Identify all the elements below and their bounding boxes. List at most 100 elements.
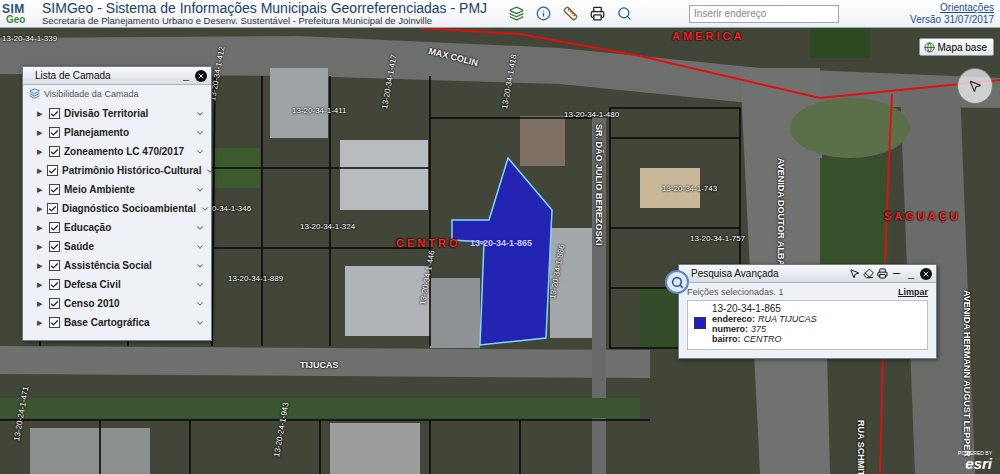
layer-item[interactable]: ▸Meio Ambiente (37, 180, 205, 199)
print-button[interactable] (588, 5, 606, 23)
search-panel-header[interactable]: Pesquisa Avançada_ (679, 265, 936, 283)
layer-item[interactable]: ▸Saúde (37, 237, 205, 256)
result-field: numero:375 (712, 325, 817, 335)
close-button[interactable] (920, 268, 932, 280)
expander[interactable]: ▸ (37, 278, 45, 291)
layer-item[interactable]: ▸Defesa Civil (37, 275, 205, 294)
layer-checkbox[interactable] (49, 146, 60, 157)
measure-button[interactable] (561, 5, 579, 23)
layers-panel-title: Lista de Camada (35, 70, 177, 81)
layer-options[interactable] (200, 203, 210, 214)
layer-item[interactable]: ▸Patrimônio Histórico-Cultural (37, 161, 205, 180)
magnifier-icon[interactable] (665, 270, 689, 294)
layer-item[interactable]: ▸ Zoneamento LC 470/2017 (37, 142, 205, 161)
layers-panel-header[interactable]: Lista de Camada _ (23, 67, 211, 85)
layers-icon (29, 88, 40, 99)
district-label: AMERICA (672, 30, 744, 42)
help-link[interactable]: Orientações (940, 2, 994, 14)
base-map-button[interactable]: Mapa base (919, 38, 994, 56)
search-panel[interactable]: Pesquisa Avançada_Feições selecionadas. … (678, 264, 937, 359)
layer-options[interactable] (194, 241, 205, 252)
result-item[interactable]: 13-20-34-1-865endereco:RUA TIJUCASnumero… (687, 300, 928, 350)
expander[interactable]: ▸ (37, 259, 45, 272)
layer-checkbox[interactable] (47, 203, 58, 214)
expander[interactable]: ▸ (37, 221, 45, 234)
printer-icon[interactable] (877, 268, 888, 279)
layer-checkbox[interactable] (49, 241, 60, 252)
result-fields: endereco:RUA TIJUCASnumero:375bairro:CEN… (712, 315, 817, 345)
visibility-label: Visibilidade da Camada (23, 85, 211, 102)
layer-item[interactable]: ▸Censo 2010 (37, 294, 205, 313)
layer-checkbox[interactable] (49, 184, 60, 195)
result-field: endereco:RUA TIJUCAS (712, 315, 817, 325)
layer-checkbox[interactable] (49, 127, 60, 138)
layer-options[interactable] (194, 108, 205, 119)
layer-label: Planejamento (64, 127, 190, 138)
layer-item[interactable]: ▸ Planejamento (37, 123, 205, 142)
layer-checkbox[interactable] (49, 317, 60, 328)
layer-options[interactable] (194, 127, 205, 138)
close-button[interactable] (195, 70, 207, 82)
field-key: endereco: (712, 314, 755, 324)
check-icon (50, 185, 59, 195)
layer-options[interactable] (194, 146, 205, 157)
info-button[interactable] (534, 5, 552, 23)
clear-link[interactable]: Limpar (898, 287, 928, 297)
header: SIMGeoSIMGeo - Sistema de Informações Mu… (0, 0, 1000, 28)
layers-button[interactable] (507, 5, 525, 23)
expander[interactable]: ▸ (37, 107, 45, 120)
layer-checkbox[interactable] (49, 222, 60, 233)
layer-options[interactable] (194, 279, 205, 290)
district-label: CENTRO (396, 237, 460, 249)
expander[interactable]: ▸ (37, 297, 45, 310)
expander[interactable]: ▸ (37, 240, 45, 253)
chevron-down-icon (195, 147, 205, 157)
eraser-icon[interactable] (863, 268, 874, 279)
layer-label: Zoneamento LC 470/2017 (64, 146, 190, 157)
chevron-down-icon (195, 109, 205, 119)
select-icon[interactable] (849, 268, 860, 279)
pan-icon (968, 79, 982, 93)
result-swatch (694, 317, 706, 329)
layers-icon (509, 6, 524, 21)
layer-checkbox[interactable] (49, 260, 60, 271)
expander[interactable]: ▸ (37, 202, 43, 215)
expander[interactable]: ▸ (37, 145, 45, 158)
selected-parcel[interactable] (452, 158, 552, 345)
layer-item[interactable]: ▸Educação (37, 218, 205, 237)
layer-item[interactable]: ▸ Diagnóstico Socioambiental (37, 199, 205, 218)
close-icon (922, 270, 930, 278)
layer-options[interactable] (194, 317, 205, 328)
layer-checkbox[interactable] (49, 279, 60, 290)
layer-options[interactable] (194, 260, 205, 271)
layer-checkbox[interactable] (47, 165, 58, 176)
navigation-control[interactable] (957, 68, 993, 104)
version-link[interactable]: Versão 31/07/2017 (910, 14, 994, 26)
line-icon[interactable] (891, 268, 902, 279)
chevron-down-icon (195, 223, 205, 233)
map[interactable]: 13-20-34-1-33913-20-34-1-41213-20-34-1-4… (0, 28, 1000, 474)
minimize-button[interactable]: _ (183, 70, 189, 81)
expander[interactable]: ▸ (37, 316, 45, 329)
layer-options[interactable] (194, 184, 205, 195)
layer-options[interactable] (205, 165, 215, 176)
layers-panel[interactable]: Lista de Camada_Visibilidade da Camada▸D… (22, 66, 212, 341)
layer-label: Diagnóstico Socioambiental (62, 203, 196, 214)
minimize-button[interactable]: _ (908, 268, 914, 279)
chevron-down-icon (205, 166, 215, 176)
esri-attribution: POWERED BYesri (958, 451, 992, 471)
layer-checkbox[interactable] (49, 108, 60, 119)
address-search[interactable] (689, 5, 839, 23)
expander[interactable]: ▸ (37, 164, 43, 177)
expander[interactable]: ▸ (37, 183, 45, 196)
layer-item[interactable]: ▸Base Cartográfica (37, 313, 205, 332)
layer-options[interactable] (194, 222, 205, 233)
expander[interactable]: ▸ (37, 126, 45, 139)
check-icon (50, 299, 59, 309)
layer-item[interactable]: ▸Assistência Social (37, 256, 205, 275)
layer-item[interactable]: ▸Divisão Territorial (37, 104, 205, 123)
layer-options[interactable] (194, 298, 205, 309)
selected-parcel-label: 13-20-34-1-865 (470, 238, 532, 248)
layer-checkbox[interactable] (49, 298, 60, 309)
search-button[interactable] (615, 5, 633, 23)
